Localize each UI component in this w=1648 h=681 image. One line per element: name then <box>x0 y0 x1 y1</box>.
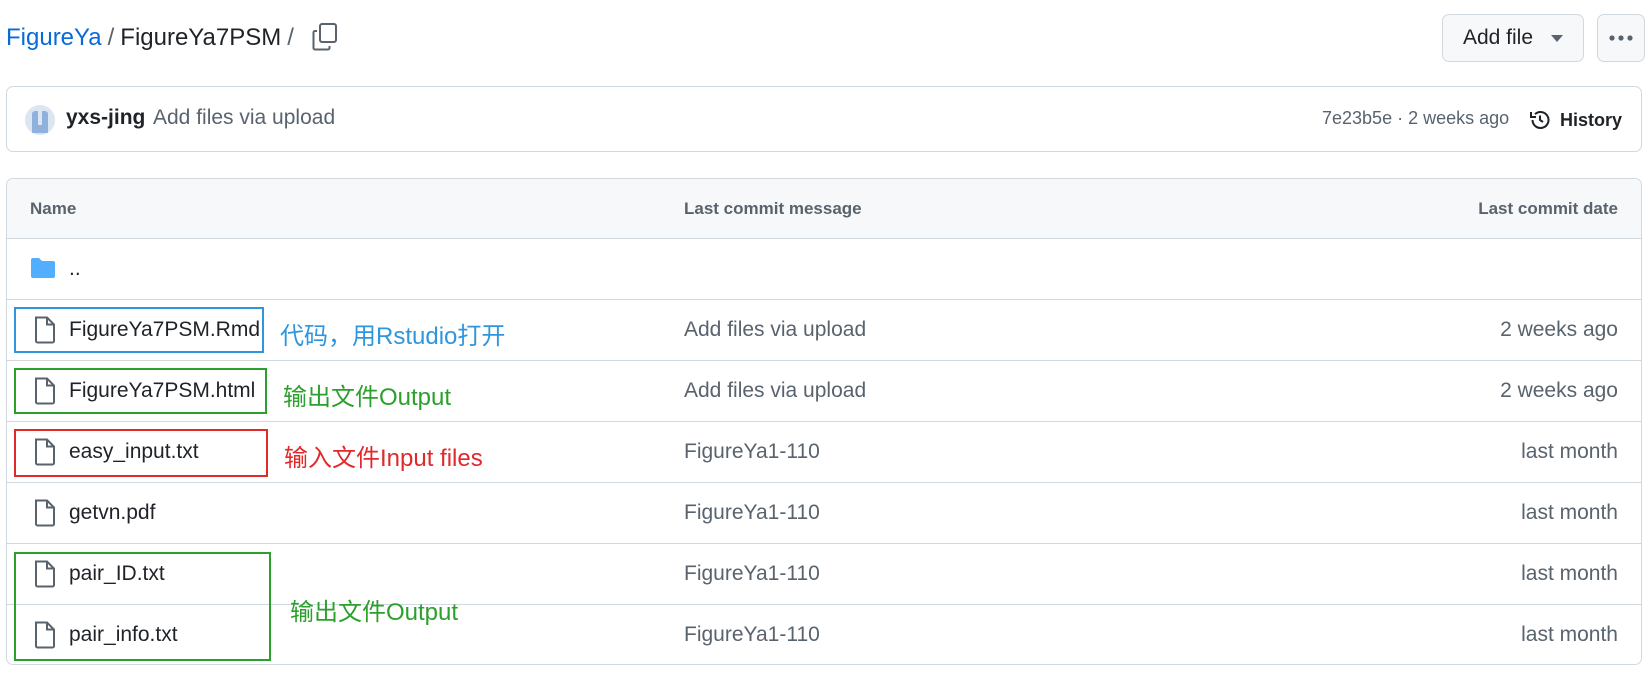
parent-directory-row[interactable]: .. <box>7 239 1641 300</box>
commit-message-link[interactable]: FigureYa1-110 <box>684 440 820 464</box>
commit-message-link[interactable]: Add files via upload <box>684 318 866 342</box>
history-icon <box>1530 111 1550 129</box>
avatar[interactable] <box>25 105 55 135</box>
folder-icon <box>31 258 55 278</box>
history-button[interactable]: History <box>1528 104 1622 136</box>
commit-date: last month <box>1521 562 1618 585</box>
commit-message-link[interactable]: FigureYa1-110 <box>684 501 820 525</box>
header-name: Name <box>30 199 77 218</box>
commit-message-link[interactable]: Add files via upload <box>684 379 866 403</box>
breadcrumb-current-folder: FigureYa7PSM <box>120 24 282 51</box>
commit-date: 2 weeks ago <box>1500 318 1618 341</box>
commit-date: last month <box>1521 501 1618 524</box>
caret-down-icon <box>1551 34 1564 42</box>
header-last-commit-date: Last commit date <box>1478 199 1618 218</box>
file-icon <box>35 499 55 527</box>
parent-directory-link[interactable]: .. <box>69 257 81 281</box>
breadcrumb: FigureYa / FigureYa7PSM / <box>6 20 300 56</box>
file-name-link[interactable]: getvn.pdf <box>69 501 155 525</box>
annotation-label-output-pair: 输出文件Output <box>290 599 459 626</box>
commit-date: last month <box>1521 440 1618 463</box>
commit-message-link[interactable]: FigureYa1-110 <box>684 623 820 647</box>
commit-message-link[interactable]: FigureYa1-110 <box>684 562 820 586</box>
breadcrumb-repo-link[interactable]: FigureYa <box>6 24 102 52</box>
breadcrumb-separator: / <box>107 24 115 51</box>
annotation-label-input: 输入文件Input files <box>284 445 483 472</box>
annotation-box-output-pair <box>14 552 271 661</box>
annotation-box-code <box>14 307 264 353</box>
annotation-label-code: 代码，用Rstudio打开 <box>280 323 506 350</box>
annotation-label-output: 输出文件Output <box>283 384 452 411</box>
table-header: Name Last commit message Last commit dat… <box>7 179 1641 239</box>
commit-hash-and-time[interactable]: 7e23b5e · 2 weeks ago <box>1322 108 1509 129</box>
annotation-box-input <box>14 429 268 477</box>
commit-message[interactable]: Add files via upload <box>153 106 335 130</box>
more-options-button[interactable] <box>1597 14 1645 62</box>
table-row: getvn.pdf FigureYa1-110 last month <box>7 483 1641 544</box>
commit-date: last month <box>1521 623 1618 646</box>
add-file-button[interactable]: Add file <box>1442 14 1584 62</box>
history-label: History <box>1560 109 1623 130</box>
copy-icon[interactable] <box>312 22 338 52</box>
add-file-label: Add file <box>1462 26 1534 49</box>
kebab-horizontal-icon <box>1609 35 1633 41</box>
header-last-commit-message: Last commit message <box>684 199 862 218</box>
annotation-box-output <box>14 368 267 414</box>
commit-date: 2 weeks ago <box>1500 379 1618 402</box>
commit-author[interactable]: yxs-jing <box>66 106 145 130</box>
breadcrumb-trailing-separator: / <box>287 24 294 51</box>
